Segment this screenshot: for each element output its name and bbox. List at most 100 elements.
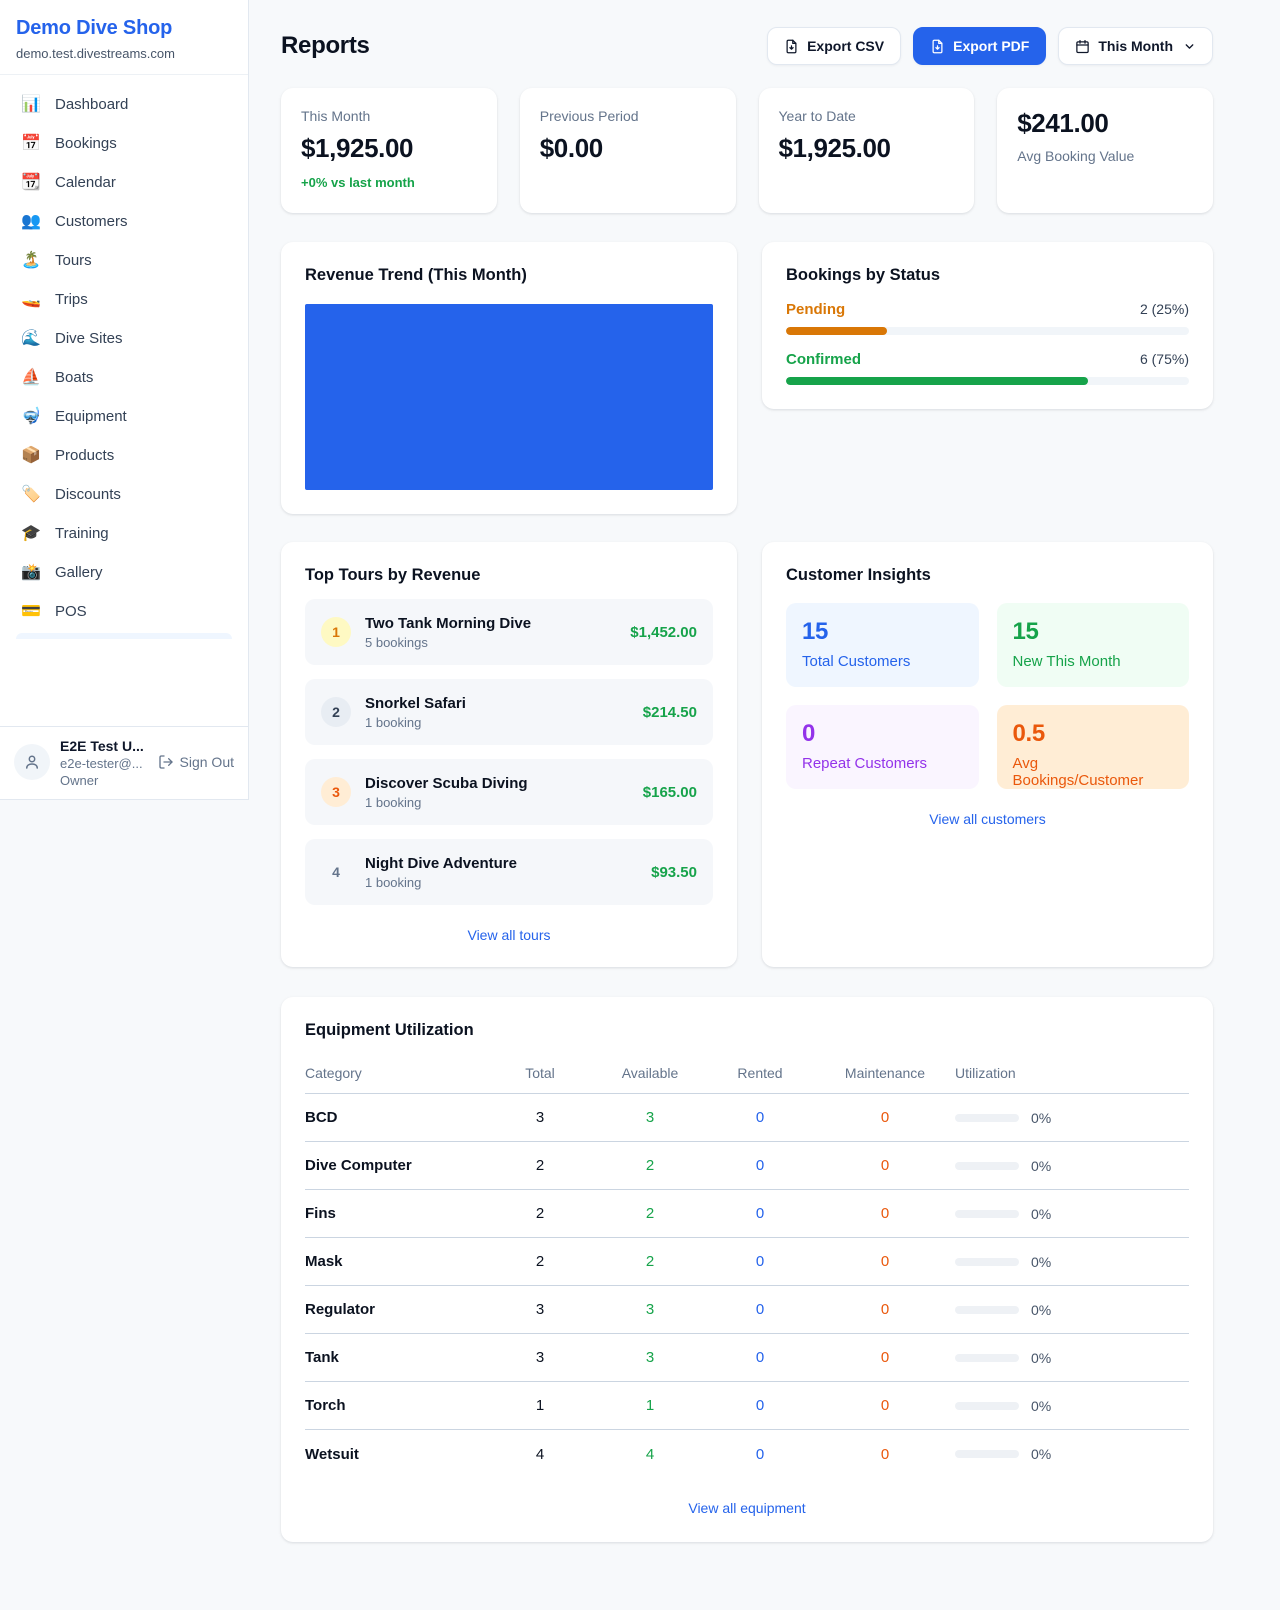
people-icon: 👥 [20, 214, 42, 230]
equipment-available: 2 [595, 1157, 705, 1174]
export-csv-button[interactable]: Export CSV [767, 27, 901, 65]
stat-value: $0.00 [540, 133, 716, 164]
rank-badge: 3 [321, 777, 351, 807]
equipment-maintenance: 0 [815, 1253, 955, 1270]
page-header: Reports Export CSV Export PDF This Month [281, 27, 1213, 65]
tour-revenue: $165.00 [643, 784, 697, 801]
status-count: 6 (75%) [1140, 351, 1189, 367]
equipment-available: 3 [595, 1109, 705, 1126]
sidebar-item-boats[interactable]: ⛵ Boats [8, 358, 240, 397]
period-label: This Month [1098, 38, 1173, 54]
stat-card-this-month: This Month $1,925.00 +0% vs last month [281, 88, 497, 213]
credit-card-icon: 💳 [20, 604, 42, 620]
progress-fill-confirmed [786, 377, 1088, 385]
sidebar-item-pos[interactable]: 💳 POS [8, 592, 240, 631]
sidebar-item-dashboard[interactable]: 📊 Dashboard [8, 85, 240, 124]
panel-title: Bookings by Status [786, 266, 1189, 285]
tour-revenue: $93.50 [651, 864, 697, 881]
tour-row-4[interactable]: 4 Night Dive Adventure 1 booking $93.50 [305, 839, 713, 905]
equipment-category: Mask [305, 1253, 485, 1270]
equipment-maintenance: 0 [815, 1109, 955, 1126]
tour-row-3[interactable]: 3 Discover Scuba Diving 1 booking $165.0… [305, 759, 713, 825]
sidebar-item-label: Bookings [55, 135, 117, 152]
view-all-equipment-link[interactable]: View all equipment [305, 1500, 1189, 1516]
sign-out-button[interactable]: Sign Out [158, 754, 234, 770]
equipment-category: Regulator [305, 1301, 485, 1318]
sidebar-item-dive-sites[interactable]: 🌊 Dive Sites [8, 319, 240, 358]
rank-badge: 4 [321, 857, 351, 887]
tour-row-2[interactable]: 2 Snorkel Safari 1 booking $214.50 [305, 679, 713, 745]
sidebar-item-label: Trips [55, 291, 88, 308]
stat-value: $1,925.00 [301, 133, 477, 164]
sign-out-label: Sign Out [180, 754, 234, 770]
tour-bookings: 5 bookings [365, 635, 531, 650]
col-header-maintenance: Maintenance [815, 1065, 955, 1081]
sidebar-item-training[interactable]: 🎓 Training [8, 514, 240, 553]
status-label: Confirmed [786, 351, 861, 368]
bookings-by-status-panel: Bookings by Status Pending 2 (25%) Confi… [762, 242, 1213, 409]
utilization-bar [955, 1402, 1019, 1410]
progress-track [786, 377, 1189, 385]
insight-tile-new-this-month: 15 New This Month [997, 603, 1190, 687]
sidebar-item-equipment[interactable]: 🤿 Equipment [8, 397, 240, 436]
stat-delta: +0% vs last month [301, 175, 477, 190]
island-icon: 🏝️ [20, 253, 42, 269]
equipment-rented: 0 [705, 1109, 815, 1126]
equipment-rented: 0 [705, 1301, 815, 1318]
status-row-pending: Pending 2 (25%) [786, 301, 1189, 335]
insight-label: Avg Bookings/Customer [1013, 755, 1174, 789]
export-pdf-button[interactable]: Export PDF [913, 27, 1046, 65]
equipment-available: 3 [595, 1349, 705, 1366]
tour-bookings: 1 booking [365, 875, 517, 890]
file-download-icon [930, 39, 945, 54]
table-row: Tank 3 3 0 0 0% [305, 1334, 1189, 1382]
main-content: Reports Export CSV Export PDF This Month… [281, 0, 1213, 1542]
sidebar-item-label: Products [55, 447, 114, 464]
sidebar-item-label: Dashboard [55, 96, 128, 113]
equipment-category: Torch [305, 1397, 485, 1414]
insight-value: 15 [802, 618, 963, 646]
calendar-icon [1075, 39, 1090, 54]
sidebar-item-calendar[interactable]: 📆 Calendar [8, 163, 240, 202]
camera-icon: 📸 [20, 565, 42, 581]
sidebar-item-bookings[interactable]: 📅 Bookings [8, 124, 240, 163]
stat-label: This Month [301, 108, 477, 124]
rank-badge: 2 [321, 697, 351, 727]
sidebar-item-products[interactable]: 📦 Products [8, 436, 240, 475]
col-header-available: Available [595, 1065, 705, 1081]
equipment-category: Dive Computer [305, 1157, 485, 1174]
sidebar-item-customers[interactable]: 👥 Customers [8, 202, 240, 241]
equipment-total: 3 [485, 1109, 595, 1126]
table-row: BCD 3 3 0 0 0% [305, 1094, 1189, 1142]
col-header-rented: Rented [705, 1065, 815, 1081]
progress-track [786, 327, 1189, 335]
utilization-bar [955, 1450, 1019, 1458]
revenue-trend-panel: Revenue Trend (This Month) [281, 242, 737, 514]
view-all-tours-link[interactable]: View all tours [305, 927, 713, 943]
utilization-bar [955, 1354, 1019, 1362]
tag-icon: 🏷️ [20, 487, 42, 503]
stat-label: Previous Period [540, 108, 716, 124]
sidebar-item-reports-partial-highlight[interactable] [16, 633, 232, 639]
sidebar-item-label: Customers [55, 213, 128, 230]
top-tours-panel: Top Tours by Revenue 1 Two Tank Morning … [281, 542, 737, 967]
sidebar-item-label: Dive Sites [55, 330, 123, 347]
view-all-customers-link[interactable]: View all customers [786, 811, 1189, 827]
export-csv-label: Export CSV [807, 38, 884, 54]
sidebar-item-gallery[interactable]: 📸 Gallery [8, 553, 240, 592]
header-actions: Export CSV Export PDF This Month [767, 27, 1213, 65]
utilization-bar [955, 1258, 1019, 1266]
sidebar-item-discounts[interactable]: 🏷️ Discounts [8, 475, 240, 514]
sidebar-item-label: POS [55, 603, 87, 620]
page-title: Reports [281, 32, 370, 60]
equipment-utilization-panel: Equipment Utilization Category Total Ava… [281, 997, 1213, 1542]
sidebar-item-tours[interactable]: 🏝️ Tours [8, 241, 240, 280]
tour-row-1[interactable]: 1 Two Tank Morning Dive 5 bookings $1,45… [305, 599, 713, 665]
status-row-confirmed: Confirmed 6 (75%) [786, 351, 1189, 385]
col-header-utilization: Utilization [955, 1065, 1189, 1081]
period-dropdown[interactable]: This Month [1058, 27, 1213, 65]
stat-label: Avg Booking Value [1017, 148, 1193, 164]
row-insights: Top Tours by Revenue 1 Two Tank Morning … [281, 542, 1213, 967]
equipment-total: 4 [485, 1446, 595, 1463]
sidebar-item-trips[interactable]: 🚤 Trips [8, 280, 240, 319]
